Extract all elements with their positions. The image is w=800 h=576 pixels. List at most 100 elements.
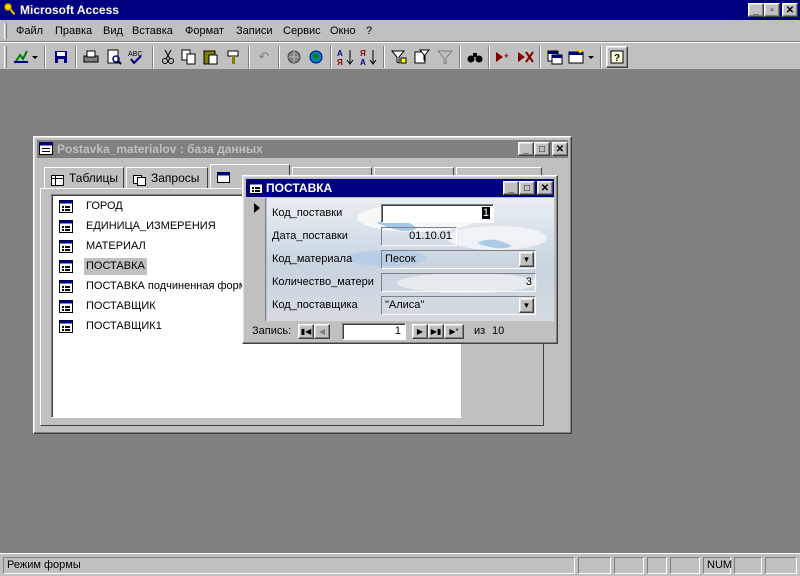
find-icon[interactable] (464, 46, 486, 68)
restore-button[interactable]: ▫ (764, 3, 780, 17)
record-selector[interactable] (248, 198, 266, 321)
svg-text:A: A (337, 49, 343, 58)
cut-icon[interactable] (157, 46, 179, 68)
status-pane-ext (578, 557, 611, 574)
kod-materiala-value: Песок (385, 253, 416, 265)
list-item[interactable]: ПОСТАВЩИК1 (84, 318, 164, 335)
current-record-icon (254, 203, 260, 213)
menu-records[interactable]: Записи (236, 23, 273, 39)
sort-ascending-icon[interactable]: AЯ (335, 46, 357, 68)
db-maximize-button[interactable]: □ (534, 142, 550, 156)
size-grip[interactable] (765, 557, 797, 574)
record-number-input[interactable]: 1 (342, 323, 406, 340)
view-icon[interactable] (11, 46, 41, 68)
tab-queries[interactable]: Запросы (126, 167, 208, 189)
status-message: Режим формы (7, 559, 81, 571)
list-item[interactable]: ГОРОД (84, 198, 125, 215)
form-window-icon[interactable] (249, 181, 263, 197)
menu-insert[interactable]: Вставка (132, 23, 173, 39)
insert-hyperlink-icon[interactable] (283, 46, 305, 68)
save-icon[interactable] (50, 46, 72, 68)
kolichestvo-field[interactable]: 3 (381, 273, 536, 292)
minimize-button[interactable]: _ (748, 3, 764, 17)
form-maximize-button[interactable]: □ (519, 181, 535, 195)
menu-edit[interactable]: Правка (55, 23, 92, 39)
chevron-down-icon[interactable]: ▼ (519, 252, 534, 267)
menu-window[interactable]: Окно (330, 23, 356, 39)
delete-record-icon[interactable] (515, 46, 537, 68)
copy-icon[interactable] (178, 46, 200, 68)
spelling-icon[interactable]: ABC (126, 46, 148, 68)
status-num-indicator: NUM (703, 557, 733, 574)
data-postavki-field[interactable]: 01.10.01 (381, 227, 457, 246)
nav-of-label: из (474, 325, 486, 337)
form-icon (59, 260, 73, 273)
sort-descending-icon[interactable]: ЯA (358, 46, 380, 68)
db-window-title-bar[interactable]: Postavka_materialov : база данных (37, 140, 568, 158)
db-minimize-button[interactable]: _ (518, 142, 534, 156)
kod-postavshchika-combo[interactable]: "Алиса" ▼ (381, 296, 536, 315)
form-icon (59, 240, 73, 253)
menu-view[interactable]: Вид (103, 23, 123, 39)
status-pane-caps (614, 557, 644, 574)
new-record-nav-icon[interactable]: ▶* (444, 324, 464, 339)
svg-text:?: ? (614, 53, 620, 64)
last-record-icon[interactable]: ▶▮ (428, 324, 444, 339)
form-close-button[interactable]: ✕ (537, 181, 553, 195)
print-icon[interactable] (80, 46, 102, 68)
paste-icon[interactable] (200, 46, 222, 68)
format-painter-icon[interactable] (223, 46, 245, 68)
list-item[interactable]: ПОСТАВКА подчиненная форма (84, 278, 254, 295)
database-window-icon[interactable] (544, 46, 566, 68)
form-body: Код_поставки 1 Дата_поставки 01.10.01 Ко… (248, 198, 554, 321)
list-item[interactable]: ЕДИНИЦА_ИЗМЕРЕНИЯ (84, 218, 218, 235)
kod-postavki-field[interactable]: 1 (381, 204, 494, 223)
menubar-grip[interactable] (4, 23, 7, 39)
undo-icon[interactable]: ↶ (253, 46, 275, 68)
chevron-down-icon[interactable]: ▼ (519, 298, 534, 313)
previous-record-icon[interactable]: ◀ (314, 324, 330, 339)
toolbar: ABC ↶ AЯ ЯA * ? (0, 42, 800, 70)
list-item-selected[interactable]: ПОСТАВКА (84, 258, 147, 275)
field-label-kolichestvo: Количество_матери (272, 276, 374, 288)
app-title: Microsoft Access (20, 3, 119, 17)
menu-format[interactable]: Формат (185, 23, 224, 39)
next-record-icon[interactable]: ▶ (412, 324, 428, 339)
web-toolbar-icon[interactable] (305, 46, 327, 68)
close-button[interactable]: ✕ (782, 3, 798, 17)
toolbar-grip[interactable] (4, 46, 7, 68)
svg-text:Я: Я (337, 58, 343, 66)
help-icon[interactable]: ? (606, 46, 628, 68)
svg-text:Я: Я (360, 49, 366, 58)
menu-help[interactable]: ? (366, 23, 372, 39)
tab-queries-label: Запросы (151, 171, 200, 185)
nav-total-records: 10 (492, 325, 505, 337)
db-close-button[interactable]: ✕ (552, 142, 568, 156)
first-record-icon[interactable]: ▮◀ (298, 324, 314, 339)
filter-by-form-icon[interactable] (411, 46, 433, 68)
status-pane-flt (670, 557, 700, 574)
apply-filter-icon[interactable] (434, 46, 456, 68)
new-record-icon[interactable]: * (493, 46, 515, 68)
field-label-kod-materiala: Код_материала (272, 253, 353, 265)
form-icon (59, 220, 73, 233)
form-icon (59, 200, 73, 213)
filter-by-selection-icon[interactable] (388, 46, 410, 68)
form-icon (59, 300, 73, 313)
kod-materiala-combo[interactable]: Песок ▼ (381, 250, 536, 269)
new-object-icon[interactable] (567, 46, 597, 68)
menu-tools[interactable]: Сервис (283, 23, 321, 39)
num-lock-label: NUM (707, 559, 733, 571)
menu-file[interactable]: Файл (16, 23, 43, 39)
access-key-icon[interactable] (3, 2, 18, 17)
status-pane-ovr (647, 557, 667, 574)
form-minimize-button[interactable]: _ (503, 181, 519, 195)
list-item[interactable]: МАТЕРИАЛ (84, 238, 148, 255)
tab-tables[interactable]: Таблицы (44, 167, 124, 189)
database-icon[interactable] (39, 142, 54, 159)
list-item[interactable]: ПОСТАВЩИК (84, 298, 158, 315)
print-preview-icon[interactable] (103, 46, 125, 68)
kolichestvo-value: 3 (525, 276, 532, 288)
kod-postavshchika-value: "Алиса" (385, 299, 425, 311)
svg-text:A: A (360, 58, 366, 66)
